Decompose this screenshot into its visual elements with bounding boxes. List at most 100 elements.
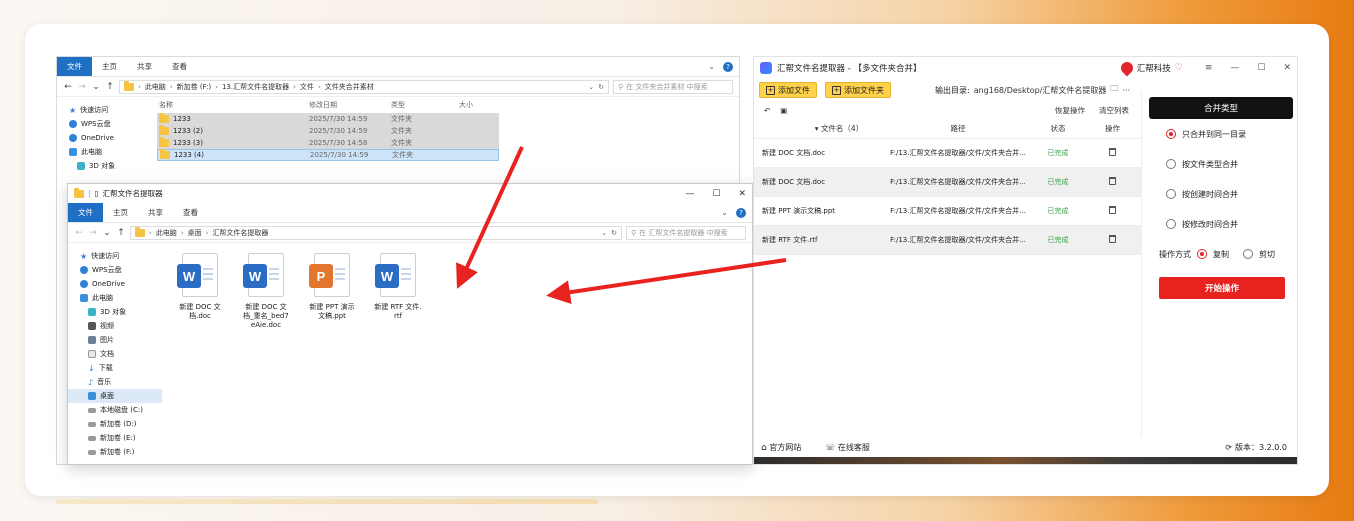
ribbon-tab-share[interactable]: 共享 [127, 57, 162, 76]
ribbon-tab-view[interactable]: 查看 [162, 57, 197, 76]
merge-option-by-modified[interactable]: 按修改时间合并 [1149, 209, 1293, 239]
nav-item-videos[interactable]: 视频 [68, 319, 162, 333]
trash-icon[interactable] [1109, 177, 1116, 185]
clear-list-button[interactable]: 清空列表 [1099, 105, 1129, 116]
table-row[interactable]: 1233 2025/7/30 14:59 文件夹 [157, 113, 499, 125]
back-arrow-icon[interactable]: ← [74, 228, 84, 238]
expand-ribbon-icon[interactable]: ⌄ [721, 208, 728, 217]
table-row[interactable]: 1233 (3) 2025/7/30 14:58 文件夹 [157, 137, 499, 149]
forward-arrow-icon[interactable]: → [77, 82, 87, 92]
nav-item-drive-f[interactable]: 新加卷 (F:) [68, 445, 162, 459]
nav-item-wps-cloud[interactable]: WPS云盘 [57, 117, 151, 131]
table-row[interactable]: 1233 (4) 2025/7/30 14:59 文件夹 [157, 149, 499, 161]
nav-item-wps-cloud[interactable]: WPS云盘 [68, 263, 162, 277]
recent-dropdown-icon[interactable]: ⌄ [91, 82, 101, 92]
nav-item-downloads[interactable]: ↓ 下载 [68, 361, 162, 375]
breadcrumb-item[interactable]: 此电脑 [145, 82, 166, 92]
merge-option-by-type[interactable]: 按文件类型合并 [1149, 149, 1293, 179]
ribbon-tab-home[interactable]: 主页 [92, 57, 127, 76]
breadcrumb-item[interactable]: 汇帮文件名提取器 [212, 228, 268, 238]
open-folder-icon[interactable]: 🗀 [1110, 83, 1118, 97]
ribbon-tab-file[interactable]: 文件 [57, 57, 92, 76]
nav-item-this-pc[interactable]: 此电脑 [68, 291, 162, 305]
minimize-icon[interactable]: — [685, 189, 694, 199]
address-bar[interactable]: › 此电脑 › 新加卷 (F:) › 13.汇帮文件名提取器 › 文件 › 文件夹合并素… [119, 79, 609, 94]
refresh-icon[interactable]: ↻ [611, 229, 617, 237]
trash-icon[interactable] [1109, 148, 1116, 156]
close-icon[interactable]: ✕ [738, 189, 746, 199]
merge-option-by-created[interactable]: 按创建时间合并 [1149, 179, 1293, 209]
column-header-name[interactable]: ▾ 文件名（4） [754, 123, 884, 134]
radio-cut[interactable] [1243, 249, 1253, 259]
ribbon-tab-share[interactable]: 共享 [138, 203, 173, 222]
column-header-type[interactable]: 类型 [391, 100, 459, 110]
ribbon-tab-home[interactable]: 主页 [103, 203, 138, 222]
column-header-name[interactable]: 名称 [157, 100, 309, 110]
table-row[interactable]: 新建 DOC 文档.doc F:/13.汇帮文件名提取器/文件/文件夹合并... … [754, 168, 1141, 197]
minimize-icon[interactable]: — [1230, 63, 1239, 73]
version-info[interactable]: ⟳ 版本：3.2.0.0 [1225, 442, 1287, 453]
recent-dropdown-icon[interactable]: ⌄ [102, 228, 112, 238]
search-input[interactable]: ⚲ 在 文件夹合并素材 中搜索 [613, 79, 733, 94]
breadcrumb-item[interactable]: 13.汇帮文件名提取器 [222, 82, 289, 92]
nav-item-this-pc[interactable]: 此电脑 [57, 145, 151, 159]
nav-item-onedrive[interactable]: OneDrive [57, 131, 151, 145]
nav-item-music[interactable]: ♪ 音乐 [68, 375, 162, 389]
heart-icon[interactable]: ♡ [1175, 63, 1183, 73]
breadcrumb-item[interactable]: 桌面 [188, 228, 202, 238]
expand-ribbon-icon[interactable]: ⌄ [708, 62, 715, 71]
search-input[interactable]: ⚲ 在 汇帮文件名提取器 中搜索 [626, 225, 746, 240]
nav-item-pictures[interactable]: 图片 [68, 333, 162, 347]
nav-item-quick-access[interactable]: ★ 快速访问 [57, 103, 151, 117]
help-icon[interactable]: ? [723, 61, 733, 72]
maximize-icon[interactable]: ☐ [712, 189, 720, 199]
nav-item-drive-e[interactable]: 新加卷 (E:) [68, 431, 162, 445]
up-arrow-icon[interactable]: ↑ [105, 82, 115, 92]
breadcrumb-item[interactable]: 文件 [300, 82, 314, 92]
ribbon-tab-file[interactable]: 文件 [68, 203, 103, 222]
file-tile[interactable]: P 新建 PPT 演示文稿.ppt [308, 253, 356, 463]
breadcrumb-item[interactable]: 此电脑 [156, 228, 177, 238]
table-row[interactable]: 新建 RTF 文件.rtf F:/13.汇帮文件名提取器/文件/文件夹合并... … [754, 226, 1141, 255]
nav-item-drive-d[interactable]: 新加卷 (D:) [68, 417, 162, 431]
file-tile[interactable]: W 新建 RTF 文件.rtf [374, 253, 422, 463]
nav-item-onedrive[interactable]: OneDrive [68, 277, 162, 291]
menu-icon[interactable]: ≡ [1205, 63, 1213, 73]
nav-item-quick-access[interactable]: ★ 快速访问 [68, 249, 162, 263]
breadcrumb-item[interactable]: 文件夹合并素材 [325, 82, 374, 92]
nav-item-3d-objects[interactable]: 3D 对象 [68, 305, 162, 319]
column-header-size[interactable]: 大小 [459, 100, 499, 110]
maximize-icon[interactable]: ☐ [1257, 63, 1265, 73]
file-tile[interactable]: W 新建 DOC 文档.doc [176, 253, 224, 463]
official-site-link[interactable]: ⌂ 官方网站 [761, 442, 801, 453]
ribbon-tab-view[interactable]: 查看 [173, 203, 208, 222]
breadcrumb-item[interactable]: 新加卷 (F:) [177, 82, 212, 92]
up-arrow-icon[interactable]: ↑ [116, 228, 126, 238]
nav-item-3d-objects[interactable]: 3D 对象 [57, 159, 151, 173]
quick-access-toolbar-icon[interactable]: ▯ [95, 189, 99, 198]
add-file-button[interactable]: + 添加文件 [759, 82, 817, 98]
table-row[interactable]: 新建 DOC 文档.doc F:/13.汇帮文件名提取器/文件/文件夹合并... … [754, 139, 1141, 168]
address-bar[interactable]: › 此电脑 › 桌面 › 汇帮文件名提取器 ⌄ ↻ [130, 225, 622, 240]
grid-icon[interactable]: ▣ [780, 106, 787, 115]
trash-icon[interactable] [1109, 206, 1116, 214]
merge-option-same-dir[interactable]: 只合并到同一目录 [1149, 119, 1293, 149]
start-button[interactable]: 开始操作 [1159, 277, 1285, 299]
more-icon[interactable]: ··· [1122, 86, 1130, 95]
close-icon[interactable]: ✕ [1283, 63, 1291, 73]
table-row[interactable]: 新建 PPT 演示文稿.ppt F:/13.汇帮文件名提取器/文件/文件夹合并..… [754, 197, 1141, 226]
column-header-date[interactable]: 修改日期 [309, 100, 391, 110]
file-tile[interactable]: W 新建 DOC 文档_重名_bed7eAie.doc [242, 253, 290, 463]
output-path[interactable]: ang168/Desktop/汇帮文件名提取器 [974, 85, 1107, 96]
undo-icon[interactable]: ↶ [764, 106, 770, 115]
radio-copy[interactable] [1197, 249, 1207, 259]
restore-button[interactable]: 恢复操作 [1055, 105, 1085, 116]
online-service-link[interactable]: ☏ 在线客服 [825, 442, 870, 453]
table-row[interactable]: 1233 (2) 2025/7/30 14:59 文件夹 [157, 125, 499, 137]
back-arrow-icon[interactable]: ← [63, 82, 73, 92]
forward-arrow-icon[interactable]: → [88, 228, 98, 238]
nav-item-drive-c[interactable]: 本地磁盘 (C:) [68, 403, 162, 417]
nav-item-documents[interactable]: 文档 [68, 347, 162, 361]
address-dropdown-icon[interactable]: ⌄ [588, 83, 594, 91]
nav-item-desktop[interactable]: 桌面 [68, 389, 162, 403]
